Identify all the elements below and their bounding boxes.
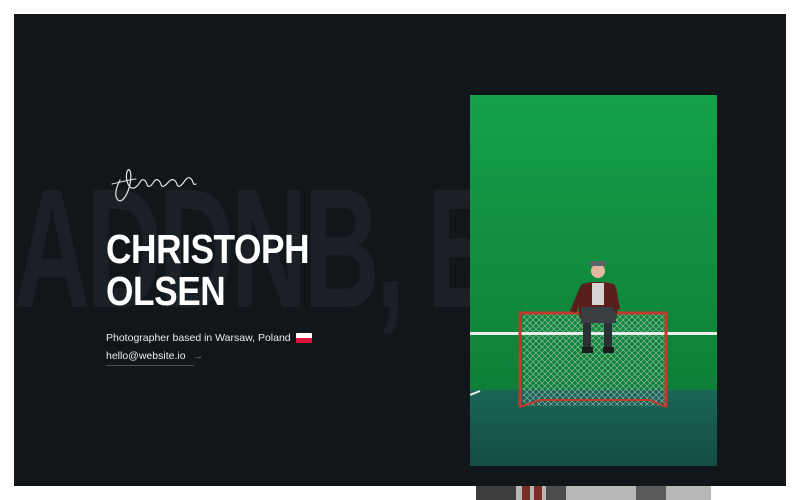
poland-flag-icon (295, 333, 312, 343)
email-link[interactable]: hello@website.io → (106, 350, 204, 366)
tagline-text: Photographer based in Warsaw, Poland (106, 332, 291, 344)
hero-photo (470, 95, 717, 466)
email-text: hello@website.io (106, 350, 186, 362)
name-line-last: OLSEN (106, 268, 226, 314)
hero-section: ADDNB, E, V CHRISTOPH OLSEN Photographer… (14, 14, 786, 486)
arrow-right-icon: → (192, 350, 204, 362)
signature-icon (111, 169, 197, 202)
page-title: CHRISTOPH OLSEN (106, 226, 310, 314)
tagline: Photographer based in Warsaw, Poland (106, 332, 312, 344)
name-line-first: CHRISTOPH (106, 226, 310, 272)
next-photo-preview (476, 486, 711, 500)
